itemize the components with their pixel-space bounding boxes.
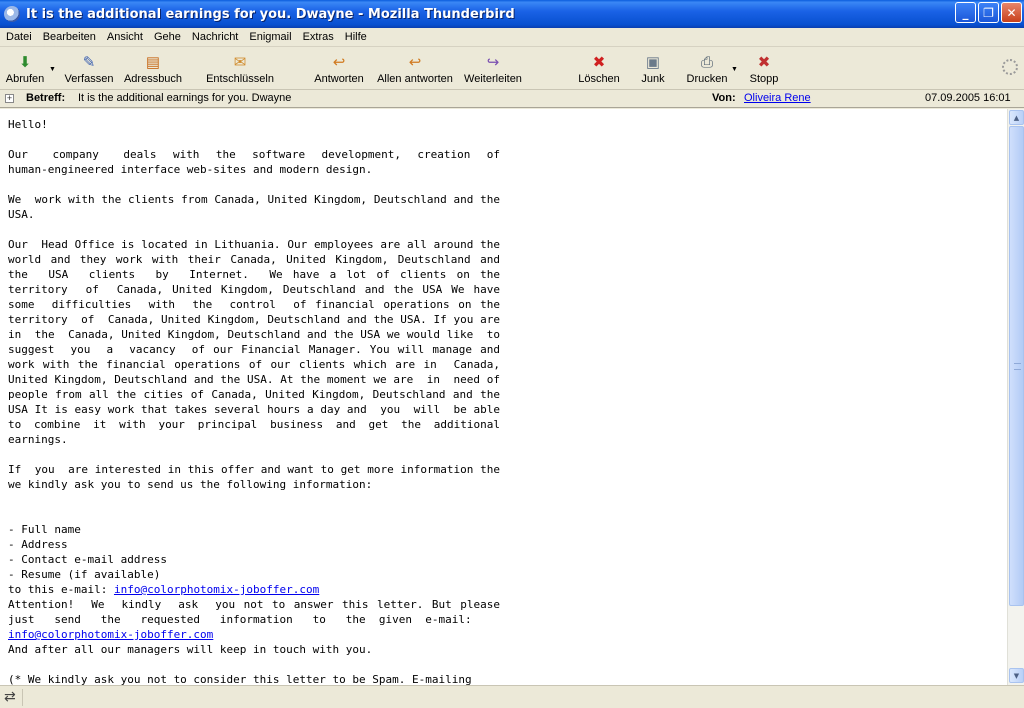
- title-bar: It is the additional earnings for you. D…: [0, 0, 1024, 28]
- get-mail-icon: ⬇: [18, 54, 32, 71]
- footer-line: (* We kindly ask you not to consider thi…: [8, 673, 472, 685]
- menu-enigmail[interactable]: Enigmail: [243, 31, 296, 43]
- online-status-icon[interactable]: ⇄: [4, 689, 16, 705]
- paragraph-clients: We work with the clients from Canada, Un…: [8, 193, 507, 221]
- reply-icon: ↩: [332, 54, 346, 71]
- print-button[interactable]: ⎙ Drucken: [685, 49, 729, 87]
- decrypt-label: Entschlüsseln: [206, 73, 274, 85]
- stop-button[interactable]: ✖ Stopp: [746, 49, 782, 87]
- expand-header-icon[interactable]: +: [5, 94, 14, 103]
- message-header: + Betreff: It is the additional earnings…: [0, 90, 1024, 108]
- forward-label: Weiterleiten: [464, 73, 522, 85]
- delete-label: Löschen: [578, 73, 620, 85]
- minimize-button[interactable]: _: [955, 2, 976, 23]
- reply-label: Antworten: [314, 73, 364, 85]
- print-label: Drucken: [686, 73, 728, 85]
- menu-bar: Datei Bearbeiten Ansicht Gehe Nachricht …: [0, 28, 1024, 47]
- menu-gehe[interactable]: Gehe: [148, 31, 186, 43]
- list-item: - Contact e-mail address: [8, 553, 167, 566]
- thunderbird-app-icon[interactable]: [4, 6, 20, 22]
- menu-nachricht[interactable]: Nachricht: [186, 31, 243, 43]
- subject-value: It is the additional earnings for you. D…: [78, 92, 292, 104]
- window-title: It is the additional earnings for you. D…: [26, 6, 515, 22]
- status-text-pane: [22, 689, 1022, 706]
- menu-extras[interactable]: Extras: [297, 31, 339, 43]
- send-to-line: to this e-mail: info@colorphotomix-jobof…: [8, 582, 500, 597]
- paragraph-company: Our company deals with the software deve…: [8, 148, 507, 176]
- address-book-label: Adressbuch: [123, 73, 183, 85]
- junk-button[interactable]: ▣ Junk: [636, 49, 670, 87]
- activity-throbber-icon: [1002, 59, 1018, 75]
- list-item: - Resume (if available): [8, 568, 161, 581]
- delete-icon: ✖: [592, 54, 606, 71]
- close-button[interactable]: ✕: [1001, 2, 1022, 23]
- subject-label: Betreff:: [26, 92, 66, 104]
- message-body-pane[interactable]: Hello! Our company deals with the softwa…: [0, 109, 1007, 685]
- decrypt-icon: ✉: [233, 54, 247, 71]
- paragraph-office: Our Head Office is located in Lithuania.…: [8, 238, 514, 446]
- scroll-up-icon[interactable]: ▲: [1009, 110, 1024, 125]
- stop-icon: ✖: [757, 54, 771, 71]
- paragraph-attention: Attention! We kindly ask you not to answ…: [8, 598, 507, 626]
- delete-button[interactable]: ✖ Löschen: [577, 49, 621, 87]
- address-book-button[interactable]: ▤ Adressbuch: [122, 49, 184, 87]
- compose-icon: ✎: [82, 54, 96, 71]
- compose-button[interactable]: ✎ Verfassen: [62, 49, 116, 87]
- menu-ansicht[interactable]: Ansicht: [101, 31, 148, 43]
- compose-label: Verfassen: [64, 73, 114, 85]
- window-controls: _ ❐ ✕: [955, 2, 1022, 23]
- list-item: - Full name: [8, 523, 81, 536]
- get-mail-dropdown-icon[interactable]: ▼: [49, 66, 56, 73]
- forward-button[interactable]: ↪ Weiterleiten: [462, 49, 524, 87]
- junk-label: Junk: [641, 73, 665, 85]
- print-icon: ⎙: [700, 53, 713, 71]
- main-toolbar: ⬇ Abrufen ▼ ✎ Verfassen ▤ Adressbuch ✉ E…: [0, 47, 1024, 90]
- from-label: Von:: [712, 92, 736, 104]
- reply-all-label: Allen antworten: [377, 73, 453, 85]
- get-mail-label: Abrufen: [5, 73, 45, 85]
- menu-bearbeiten[interactable]: Bearbeiten: [37, 31, 101, 43]
- stop-label: Stopp: [749, 73, 779, 85]
- print-dropdown-icon[interactable]: ▼: [731, 66, 738, 73]
- vertical-scrollbar[interactable]: ▲ ▼: [1007, 109, 1024, 685]
- scroll-grip-icon: [1014, 363, 1021, 370]
- address-book-icon: ▤: [145, 54, 161, 71]
- send-to-prefix: to this e-mail:: [8, 583, 114, 596]
- scroll-down-icon[interactable]: ▼: [1009, 668, 1024, 683]
- forward-icon: ↪: [486, 54, 500, 71]
- reply-button[interactable]: ↩ Antworten: [311, 49, 367, 87]
- date-value: 07.09.2005 16:01: [925, 92, 1011, 104]
- menu-hilfe[interactable]: Hilfe: [339, 31, 372, 43]
- reply-all-icon: ↩: [408, 54, 422, 71]
- get-mail-button[interactable]: ⬇ Abrufen: [4, 49, 46, 87]
- list-item: - Address: [8, 538, 68, 551]
- paragraph-offer: If you are interested in this offer and …: [8, 463, 507, 491]
- closing-line: And after all our managers will keep in …: [8, 643, 373, 656]
- maximize-button[interactable]: ❐: [978, 2, 999, 23]
- greeting: Hello!: [8, 118, 48, 131]
- message-text: Hello! Our company deals with the softwa…: [8, 117, 500, 685]
- from-link[interactable]: Oliveira Rene: [744, 92, 811, 104]
- status-bar: ⇄: [0, 685, 1024, 708]
- decrypt-button[interactable]: ✉ Entschlüsseln: [205, 49, 275, 87]
- menu-datei[interactable]: Datei: [0, 31, 37, 43]
- reply-all-button[interactable]: ↩ Allen antworten: [374, 49, 456, 87]
- email-link[interactable]: info@colorphotomix-joboffer.com: [114, 583, 319, 596]
- junk-icon: ▣: [645, 54, 661, 71]
- scroll-thumb[interactable]: [1009, 126, 1024, 606]
- email-link-2[interactable]: info@colorphotomix-joboffer.com: [8, 628, 213, 641]
